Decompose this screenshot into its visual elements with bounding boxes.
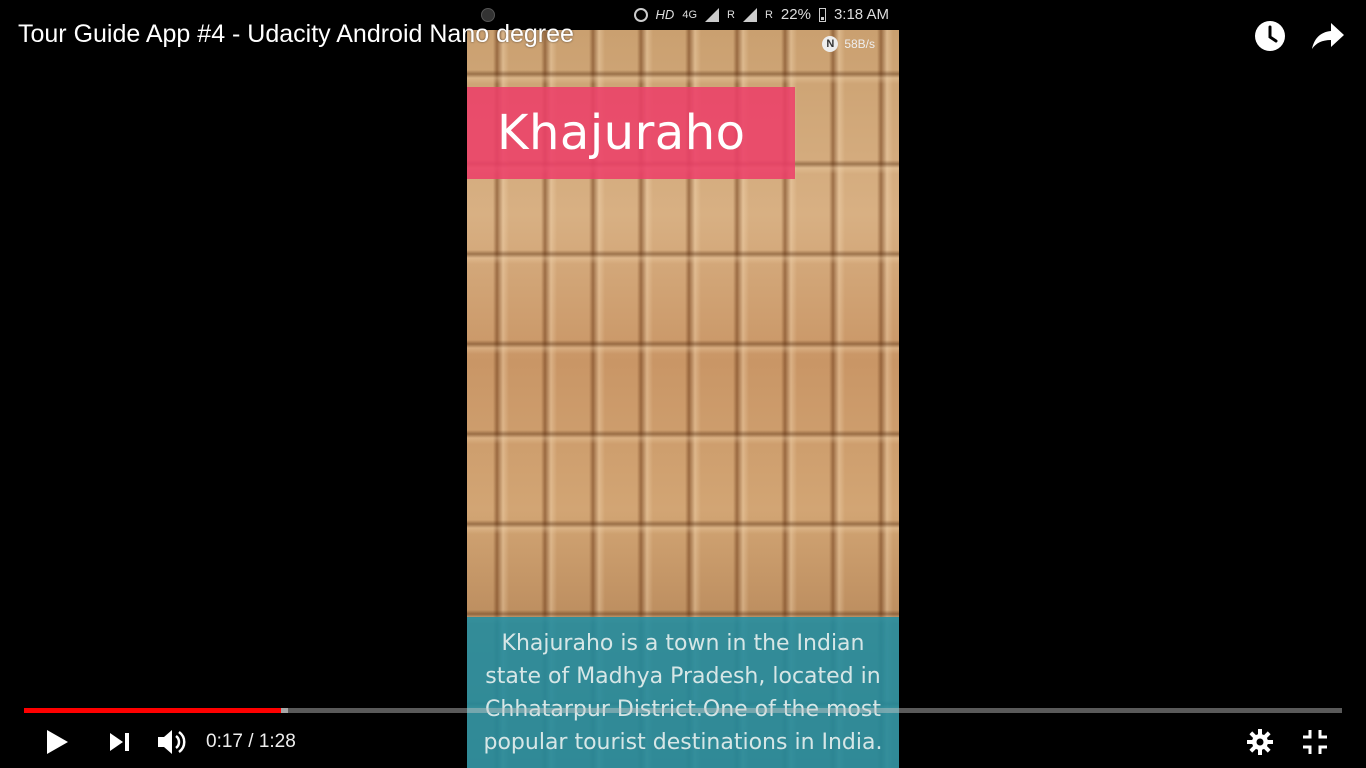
network-speed: 58B/s	[844, 37, 875, 51]
roaming-label: R	[727, 8, 735, 21]
exit-fullscreen-icon	[1303, 730, 1327, 754]
hd-label: HD	[655, 7, 675, 22]
top-right-actions	[1252, 18, 1346, 54]
video-title[interactable]: Tour Guide App #4 - Udacity Android Nano…	[18, 20, 574, 49]
progress-played	[24, 708, 281, 713]
status-clock: 3:18 AM	[833, 6, 889, 23]
roaming-label-2: R	[764, 8, 773, 21]
current-time: 0:17	[206, 731, 243, 752]
volume-button[interactable]	[156, 724, 188, 760]
network-speed-badge: N 58B/s	[822, 36, 875, 52]
speed-badge-letter: N	[822, 36, 839, 52]
volume-icon	[158, 730, 186, 754]
clock-icon	[1255, 21, 1285, 51]
battery-icon	[818, 7, 826, 22]
watch-later-button[interactable]	[1252, 18, 1288, 54]
video-player[interactable]: HD 4G R R 22% 3:18 AM N 58B/s Khajuraho …	[0, 0, 1366, 768]
battery-percent: 22%	[780, 6, 811, 23]
phone-screen-recording: HD 4G R R 22% 3:18 AM N 58B/s Khajuraho …	[467, 0, 899, 768]
player-controls: 0:17 / 1:28	[0, 716, 1366, 768]
next-icon	[110, 733, 129, 751]
play-button[interactable]	[44, 724, 70, 760]
share-button[interactable]	[1310, 18, 1346, 54]
signal-icon-2	[742, 7, 757, 22]
settings-button[interactable]	[1246, 724, 1274, 760]
hotspot-icon	[633, 7, 648, 22]
place-title: Khajuraho	[497, 105, 746, 161]
progress-bar[interactable]	[24, 708, 1342, 713]
next-button[interactable]	[108, 724, 132, 760]
exit-fullscreen-button[interactable]	[1302, 724, 1328, 760]
duration: 1:28	[258, 731, 296, 752]
network-type-label: 4G	[682, 8, 698, 21]
signal-icon	[705, 7, 720, 22]
gear-icon	[1247, 729, 1273, 755]
share-arrow-icon	[1312, 23, 1344, 49]
time-separator: /	[242, 731, 259, 752]
place-title-banner: Khajuraho	[467, 87, 795, 179]
time-display: 0:17 / 1:28	[206, 724, 296, 760]
play-icon	[47, 730, 68, 754]
